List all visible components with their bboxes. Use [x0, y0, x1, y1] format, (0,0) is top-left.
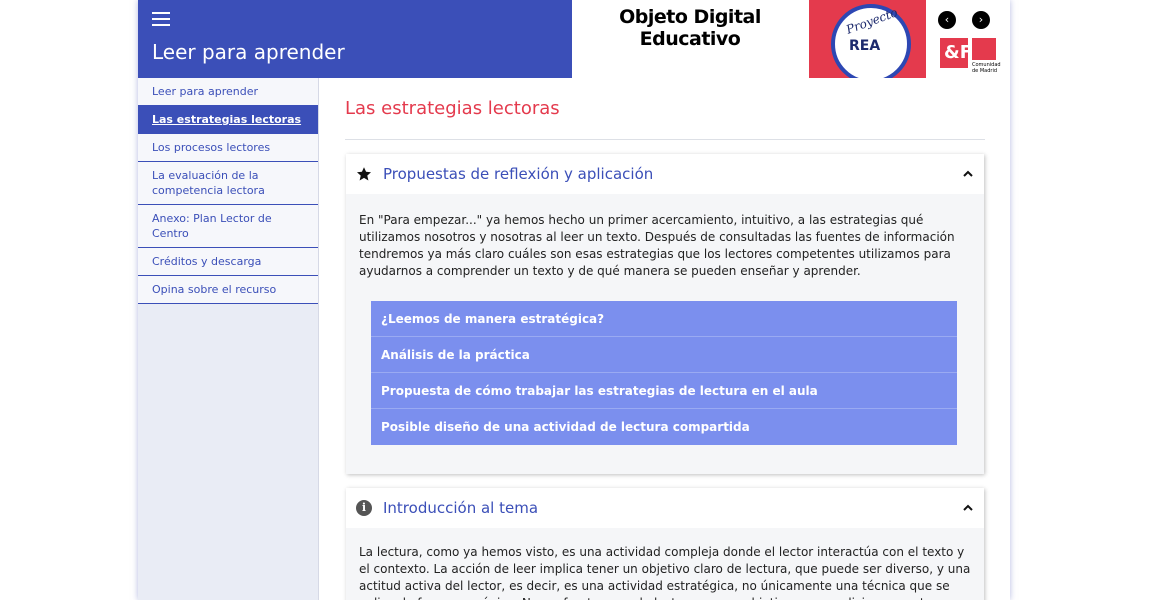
header-branding: Objeto Digital Educativo Proyecto REA ‹ …	[572, 0, 1010, 78]
accordion-item-propuesta[interactable]: Propuesta de cómo trabajar las estrategi…	[371, 373, 957, 409]
intef-logo-text: &F	[944, 42, 972, 63]
reflection-panel-title: Propuestas de reflexión y aplicación	[383, 165, 654, 183]
site-title: Leer para aprender	[152, 40, 345, 64]
reflection-panel-header[interactable]: Propuestas de reflexión y aplicación	[346, 154, 984, 194]
main-content: Las estrategias lectoras Propuestas de r…	[319, 78, 1010, 600]
sidebar-item-procesos-lectores[interactable]: Los procesos lectores	[138, 134, 318, 162]
oda-title: Objeto Digital Educativo	[619, 6, 761, 50]
proyecto-rea-logo: Proyecto REA	[809, 0, 926, 78]
accordion-list: ¿Leemos de manera estratégica? Análisis …	[371, 301, 957, 445]
chevron-up-icon[interactable]	[962, 168, 974, 180]
previous-page-button[interactable]: ‹	[938, 11, 956, 29]
title-divider	[345, 139, 985, 140]
header: Leer para aprender Objeto Digital Educat…	[138, 0, 1010, 78]
logo-text-rea: REA	[849, 38, 881, 54]
sidebar-item-creditos[interactable]: Créditos y descarga	[138, 248, 318, 276]
madrid-logo-text: Comunidad de Madrid	[972, 62, 1001, 74]
info-icon: i	[356, 500, 372, 516]
accordion-item-analisis[interactable]: Análisis de la práctica	[371, 337, 957, 373]
chevron-up-icon[interactable]	[962, 502, 974, 514]
madrid-logo	[972, 38, 996, 60]
intro-panel-header[interactable]: i Introducción al tema	[346, 488, 984, 528]
sidebar-item-opina[interactable]: Opina sobre el recurso	[138, 276, 318, 304]
reflection-panel-text: En "Para empezar..." ya hemos hecho un p…	[359, 213, 955, 278]
sidebar-item-leer-para-aprender[interactable]: Leer para aprender	[138, 78, 318, 106]
hamburger-menu-icon[interactable]	[152, 12, 170, 28]
intro-panel-title: Introducción al tema	[383, 499, 539, 517]
page-title: Las estrategias lectoras	[345, 98, 560, 119]
sidebar-item-plan-lector[interactable]: Anexo: Plan Lector de Centro	[138, 205, 318, 248]
accordion-item-diseno[interactable]: Posible diseño de una actividad de lectu…	[371, 409, 957, 445]
sidebar-item-estrategias-lectoras[interactable]: Las estrategias lectoras	[138, 106, 318, 134]
star-icon	[357, 167, 371, 181]
app-window: Leer para aprender Objeto Digital Educat…	[138, 0, 1010, 600]
sidebar-item-evaluacion-competencia[interactable]: La evaluación de la competencia lectora	[138, 162, 318, 205]
intro-panel-text: La lectura, como ya hemos visto, es una …	[359, 545, 971, 600]
intef-logo: &F	[940, 38, 972, 68]
institution-logos: &F Comunidad de Madrid	[940, 38, 1004, 74]
reflection-panel: Propuestas de reflexión y aplicación En …	[346, 154, 984, 474]
intro-panel: i Introducción al tema La lectura, como …	[346, 488, 984, 600]
sidebar-nav: Leer para aprender Las estrategias lecto…	[138, 78, 319, 600]
accordion-item-leemos[interactable]: ¿Leemos de manera estratégica?	[371, 301, 957, 337]
next-page-button[interactable]: ›	[972, 11, 990, 29]
